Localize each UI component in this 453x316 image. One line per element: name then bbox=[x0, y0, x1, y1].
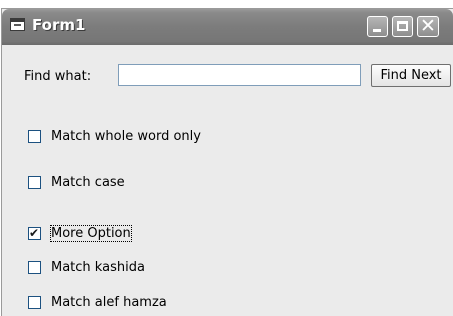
match-kashida-checkbox[interactable]: Match kashida bbox=[28, 259, 145, 275]
maximize-button[interactable] bbox=[392, 16, 413, 37]
find-next-button[interactable]: Find Next bbox=[371, 64, 451, 87]
find-what-input[interactable] bbox=[118, 64, 361, 86]
close-button[interactable]: ✕ bbox=[417, 15, 439, 37]
find-what-label: Find what: bbox=[24, 69, 92, 84]
close-icon: ✕ bbox=[420, 15, 436, 37]
minimize-button[interactable] bbox=[367, 16, 388, 37]
checkbox-label: Match whole word only bbox=[51, 128, 201, 144]
title-bar[interactable]: Form1 ✕ bbox=[2, 9, 453, 45]
checkbox-box[interactable] bbox=[28, 260, 41, 274]
form-client-area: Find what: Find Next Match whole word on… bbox=[2, 45, 453, 316]
maximize-icon bbox=[397, 21, 408, 31]
match-case-checkbox[interactable]: Match case bbox=[28, 174, 125, 190]
checkbox-label: More Option bbox=[50, 224, 132, 242]
checkbox-label: Match kashida bbox=[51, 259, 145, 275]
checkbox-box[interactable] bbox=[28, 129, 41, 143]
checkbox-label: Match alef hamza bbox=[51, 294, 167, 310]
window-title: Form1 bbox=[32, 16, 86, 34]
checkbox-box[interactable] bbox=[28, 295, 41, 309]
match-whole-word-checkbox[interactable]: Match whole word only bbox=[28, 128, 201, 144]
checkbox-box-checked[interactable] bbox=[28, 225, 41, 241]
match-alef-hamza-checkbox[interactable]: Match alef hamza bbox=[28, 294, 167, 310]
checkbox-box[interactable] bbox=[28, 175, 41, 189]
minimize-icon bbox=[373, 29, 381, 32]
form-window: Form1 ✕ Find what: Find Next Match whole… bbox=[1, 8, 453, 316]
form-icon[interactable] bbox=[10, 18, 25, 31]
checkbox-label: Match case bbox=[51, 174, 125, 190]
more-option-checkbox[interactable]: More Option bbox=[28, 224, 132, 242]
